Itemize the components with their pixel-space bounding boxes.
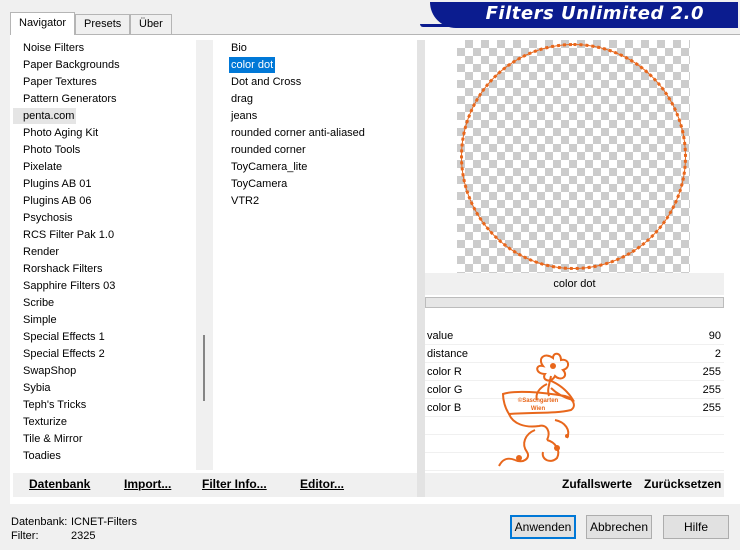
scrollbar-thumb[interactable] — [203, 335, 205, 401]
filter-item[interactable]: drag — [229, 91, 255, 107]
category-item[interactable]: Toadies — [13, 448, 63, 464]
database-button[interactable]: Datenbank — [29, 477, 90, 491]
pane-divider — [417, 40, 425, 497]
param-row[interactable]: value 90 — [425, 327, 724, 345]
param-name: value — [427, 330, 454, 342]
category-item[interactable]: Photo Aging Kit — [13, 125, 100, 141]
category-item[interactable]: Special Effects 2 — [13, 346, 107, 362]
filter-item[interactable]: Dot and Cross — [229, 74, 303, 90]
banner-title: Filters Unlimited 2.0 — [485, 3, 704, 24]
preview-circle-outline — [461, 44, 686, 269]
tab-presets[interactable]: Presets — [75, 14, 131, 34]
category-item[interactable]: Noise Filters — [13, 40, 86, 56]
filter-item[interactable]: VTR2 — [229, 193, 261, 209]
watermark-text: ©Saschgarten Wien — [507, 397, 569, 413]
database-value: ICNET-Filters — [71, 516, 137, 528]
filter-item[interactable]: rounded corner anti-aliased — [229, 125, 367, 141]
filter-item[interactable]: ToyCamera_lite — [229, 159, 309, 175]
category-item[interactable]: Paper Textures — [13, 74, 99, 90]
category-item[interactable]: Rorshack Filters — [13, 261, 104, 277]
category-item[interactable]: Plugins AB 01 — [13, 176, 94, 192]
category-item[interactable]: Sybia — [13, 380, 53, 396]
category-item[interactable]: Pixelate — [13, 159, 64, 175]
category-item[interactable]: Paper Backgrounds — [13, 57, 122, 73]
progress-bar — [425, 297, 724, 308]
filter-item[interactable]: color dot — [229, 57, 276, 73]
category-item[interactable]: Special Effects 1 — [13, 329, 107, 345]
tab-navigator[interactable]: Navigator — [10, 12, 76, 35]
filter-item[interactable]: rounded corner — [229, 142, 308, 158]
category-scrollbar[interactable] — [196, 40, 213, 470]
param-value[interactable]: 255 — [703, 381, 721, 399]
watermark-line-2: Wien — [530, 406, 546, 412]
category-item[interactable]: Scribe — [13, 295, 56, 311]
database-label: Datenbank: — [11, 516, 68, 528]
param-name: distance — [427, 348, 468, 360]
category-list[interactable]: Noise Filters Paper Backgrounds Paper Text… — [13, 40, 196, 470]
tab-about[interactable]: Über — [130, 14, 172, 34]
title-banner: Filters Unlimited 2.0 — [430, 2, 738, 28]
param-value[interactable]: 90 — [709, 327, 721, 345]
filter-item[interactable]: ToyCamera — [229, 176, 289, 192]
param-name: color R — [427, 366, 462, 378]
filter-count-value: 2325 — [71, 530, 96, 542]
category-item[interactable]: Photo Tools — [13, 142, 82, 158]
filter-info-button[interactable]: Filter Info... — [202, 477, 267, 491]
param-value[interactable]: 255 — [703, 399, 721, 417]
category-item[interactable]: Texturize — [13, 414, 69, 430]
param-value[interactable]: 255 — [703, 363, 721, 381]
editor-button[interactable]: Editor... — [300, 477, 344, 491]
category-item[interactable]: Psychosis — [13, 210, 75, 226]
cancel-button[interactable]: Abbrechen — [586, 515, 652, 539]
category-item[interactable]: Tile & Mirror — [13, 431, 84, 447]
category-item[interactable]: Render — [13, 244, 61, 260]
param-name: color B — [427, 402, 462, 414]
category-item[interactable]: Sapphire Filters 03 — [13, 278, 117, 294]
reset-button[interactable]: Zurücksetzen — [644, 477, 721, 491]
filter-name-label: color dot — [425, 273, 724, 295]
category-item[interactable]: penta.com — [13, 108, 77, 124]
filter-list[interactable]: Bio color dot Dot and Cross drag jeans rounde… — [219, 40, 417, 470]
category-item[interactable]: SwapShop — [13, 363, 78, 379]
filter-item[interactable]: Bio — [229, 40, 249, 56]
help-button[interactable]: Hilfe — [663, 515, 729, 539]
list-action-bar: Datenbank Import... Filter Info... Edito… — [13, 473, 417, 497]
apply-button[interactable]: Anwenden — [510, 515, 576, 539]
category-item[interactable]: Teph's Tricks — [13, 397, 88, 413]
param-action-bar: Zufallswerte Zurücksetzen — [425, 473, 724, 497]
category-item[interactable]: Plugins AB 06 — [13, 193, 94, 209]
filter-item[interactable]: jeans — [229, 108, 259, 124]
param-value[interactable]: 2 — [715, 345, 721, 363]
watermark-logo: ©Saschgarten Wien — [495, 350, 585, 468]
category-item[interactable]: RCS Filter Pak 1.0 — [13, 227, 116, 243]
category-item[interactable]: Simple — [13, 312, 59, 328]
watermark-line-1: ©Saschgarten — [517, 398, 559, 404]
param-name: color G — [427, 384, 463, 396]
category-item[interactable]: Pattern Generators — [13, 91, 119, 107]
import-button[interactable]: Import... — [124, 477, 171, 491]
random-values-button[interactable]: Zufallswerte — [562, 477, 632, 491]
filter-count-label: Filter: — [11, 530, 39, 542]
